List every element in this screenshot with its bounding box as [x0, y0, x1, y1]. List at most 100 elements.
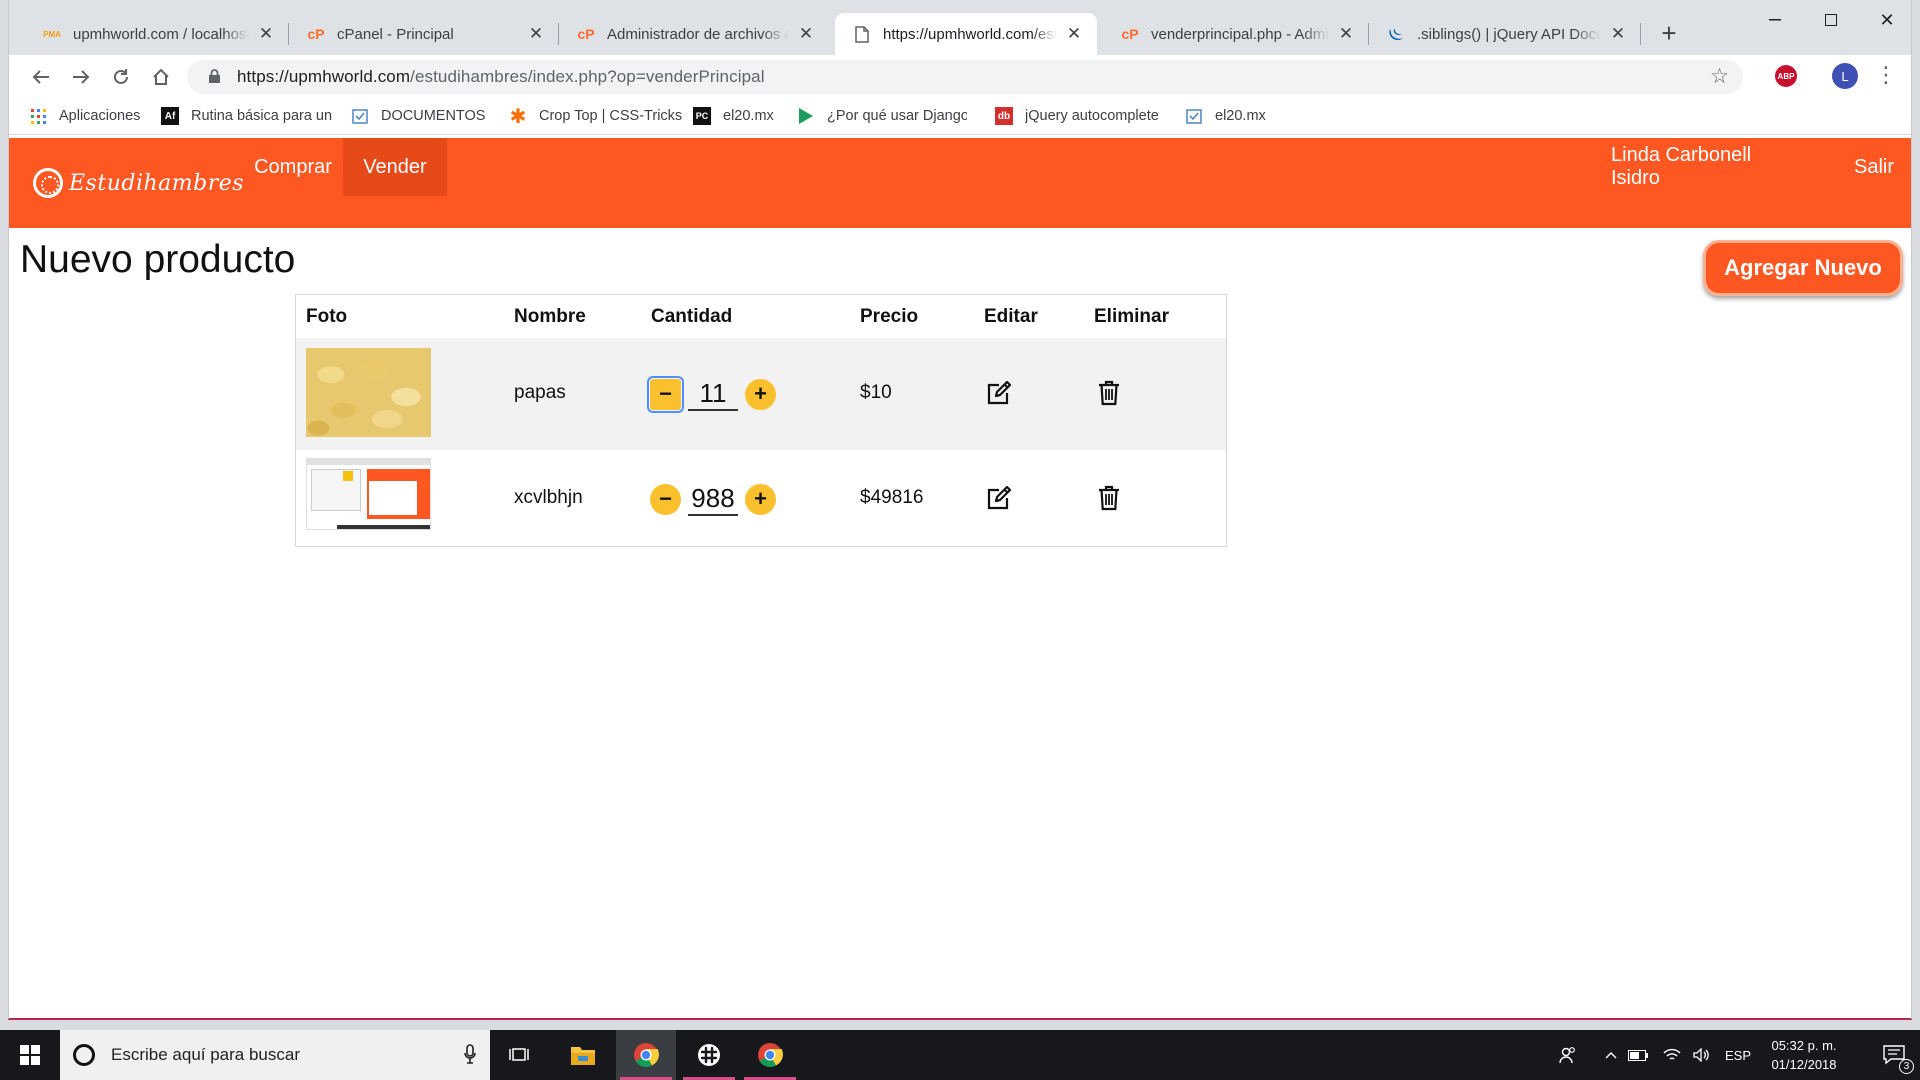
- cpanel-icon: cP: [307, 26, 325, 42]
- chrome-icon: [634, 1043, 659, 1068]
- page-icon: [853, 25, 871, 43]
- windows-logo-icon: [20, 1045, 40, 1065]
- profile-avatar[interactable]: L: [1832, 63, 1858, 89]
- task-view-button[interactable]: [490, 1030, 550, 1080]
- quantity-stepper: − 988 +: [650, 482, 776, 516]
- bookmark-apps[interactable]: Aplicaciones: [29, 107, 140, 125]
- people-icon[interactable]: [1554, 1030, 1582, 1080]
- tab-title: upmhworld.com / localhost: [73, 25, 249, 43]
- tab-title: venderprincipal.php - Administrador: [1151, 25, 1329, 43]
- edit-button[interactable]: [984, 483, 1014, 513]
- increment-button[interactable]: +: [745, 378, 776, 410]
- close-icon[interactable]: ✕: [1337, 24, 1355, 43]
- battery-icon[interactable]: [1626, 1030, 1650, 1080]
- show-hidden-icons-chevron-icon[interactable]: [1600, 1030, 1622, 1080]
- quantity-field[interactable]: 988: [688, 482, 738, 516]
- tab-active-estudihambres[interactable]: https://upmhworld.com/estudihambres ✕: [835, 13, 1097, 55]
- input-language[interactable]: ESP: [1722, 1030, 1754, 1080]
- slack-icon: [698, 1044, 720, 1066]
- system-clock[interactable]: 05:32 p. m. 01/12/2018: [1760, 1036, 1848, 1074]
- close-icon[interactable]: ✕: [797, 24, 815, 43]
- taskbar-slack[interactable]: [679, 1030, 739, 1080]
- table-row: xcvlbhjn − 988 + $49816: [296, 450, 1226, 546]
- bookmark-django[interactable]: ¿Por qué usar Django: [797, 107, 967, 125]
- delete-button[interactable]: [1094, 483, 1124, 513]
- edit-icon: [987, 380, 1012, 405]
- decrement-button[interactable]: −: [647, 375, 684, 413]
- header-precio: Precio: [860, 306, 919, 327]
- quantity-stepper: − 11 +: [647, 375, 776, 413]
- close-icon[interactable]: ✕: [257, 24, 275, 43]
- address-bar[interactable]: https://upmhworld.com/estudihambres/inde…: [187, 60, 1743, 94]
- action-center-button[interactable]: 3: [1868, 1030, 1920, 1080]
- bookmark-rutina[interactable]: Af Rutina básica para un: [161, 107, 333, 125]
- bookmark-label: ¿Por qué usar Django: [827, 108, 967, 124]
- nav-logout[interactable]: Salir: [1845, 138, 1903, 196]
- taskbar-file-explorer[interactable]: [553, 1030, 613, 1080]
- close-icon[interactable]: ✕: [527, 24, 545, 43]
- more-menu-icon[interactable]: ⋮: [1875, 62, 1897, 88]
- close-icon[interactable]: ✕: [1609, 24, 1627, 43]
- quantity-field[interactable]: 11: [688, 377, 738, 411]
- tab-cpanel[interactable]: cP cPanel - Principal ✕: [289, 13, 559, 55]
- tab-file-manager[interactable]: cP Administrador de archivos de cPanel ✕: [559, 13, 829, 55]
- checklist-icon: [351, 107, 369, 125]
- nav-comprar[interactable]: Comprar: [239, 138, 347, 196]
- maximize-button[interactable]: [1803, 0, 1859, 40]
- close-icon[interactable]: ✕: [1065, 24, 1083, 43]
- browser-window: PMA upmhworld.com / localhost ✕ cP cPane…: [8, 0, 1912, 1020]
- clock-time: 05:32 p. m.: [1771, 1038, 1837, 1053]
- product-photo: [306, 458, 431, 530]
- plus-icon: +: [754, 486, 767, 511]
- new-tab-button[interactable]: +: [1654, 18, 1684, 48]
- decrement-button[interactable]: −: [650, 483, 681, 515]
- products-table: Foto Nombre Cantidad Precio Editar Elimi…: [295, 294, 1227, 547]
- brand-logo[interactable]: Estudihambres: [33, 168, 244, 198]
- forward-button[interactable]: [67, 63, 95, 91]
- taskbar-chrome[interactable]: [616, 1030, 676, 1080]
- checklist-icon: [1185, 107, 1203, 125]
- url-text: https://upmhworld.com/estudihambres/inde…: [237, 67, 765, 87]
- bookmark-jquery-autocomplete[interactable]: db jQuery autocomplete: [995, 107, 1159, 125]
- home-button[interactable]: [147, 63, 175, 91]
- taskbar-search[interactable]: Escribe aquí para buscar: [60, 1030, 490, 1080]
- af-icon: Af: [161, 107, 179, 125]
- minus-icon: −: [659, 486, 672, 511]
- minimize-button[interactable]: [1747, 0, 1803, 40]
- table-row: papas − 11 + $10: [296, 338, 1226, 450]
- product-name: papas: [514, 382, 566, 403]
- add-new-button[interactable]: Agregar Nuevo: [1703, 240, 1903, 296]
- header-foto: Foto: [306, 306, 348, 327]
- bookmark-css-tricks[interactable]: ✱ Crop Top | CSS-Tricks: [509, 106, 683, 128]
- bookmark-el20[interactable]: PC el20.mx: [693, 107, 774, 125]
- bookmark-label: el20.mx: [1215, 108, 1266, 124]
- play-icon: [797, 107, 815, 125]
- bookmark-label: jQuery autocomplete: [1025, 108, 1159, 124]
- tab-jquery-docs[interactable]: .siblings() | jQuery API Documentation ✕: [1369, 13, 1641, 55]
- product-photo: [306, 348, 431, 437]
- nav-user-name[interactable]: Linda Carbonell Isidro: [1611, 138, 1787, 196]
- edit-button[interactable]: [984, 378, 1014, 408]
- increment-button[interactable]: +: [745, 483, 776, 515]
- microphone-icon[interactable]: [464, 1044, 476, 1069]
- url-host: https://upmhworld.com: [237, 67, 411, 86]
- nav-vender[interactable]: Vender: [343, 138, 447, 196]
- wifi-icon[interactable]: [1660, 1030, 1684, 1080]
- brand-emblem-icon: [33, 168, 63, 198]
- adblock-plus-icon[interactable]: ABP: [1775, 65, 1797, 87]
- delete-button[interactable]: [1094, 378, 1124, 408]
- tab-title: https://upmhworld.com/estudihambres: [883, 25, 1057, 43]
- bookmark-star-icon[interactable]: ☆: [1710, 64, 1729, 89]
- window-close-button[interactable]: ✕: [1859, 0, 1915, 40]
- start-button[interactable]: [0, 1030, 60, 1080]
- bookmark-el20-2[interactable]: el20.mx: [1185, 107, 1266, 125]
- bookmark-documentos[interactable]: DOCUMENTOS: [351, 107, 485, 125]
- reload-button[interactable]: [107, 63, 135, 91]
- tab-phpmyadmin[interactable]: PMA upmhworld.com / localhost ✕: [25, 13, 289, 55]
- volume-icon[interactable]: [1690, 1030, 1714, 1080]
- back-button[interactable]: [27, 63, 55, 91]
- tab-venderprincipal[interactable]: cP venderprincipal.php - Administrador ✕: [1103, 13, 1369, 55]
- task-view-icon: [509, 1048, 529, 1061]
- cpanel-icon: cP: [1121, 26, 1139, 42]
- taskbar-chrome-2[interactable]: [740, 1030, 800, 1080]
